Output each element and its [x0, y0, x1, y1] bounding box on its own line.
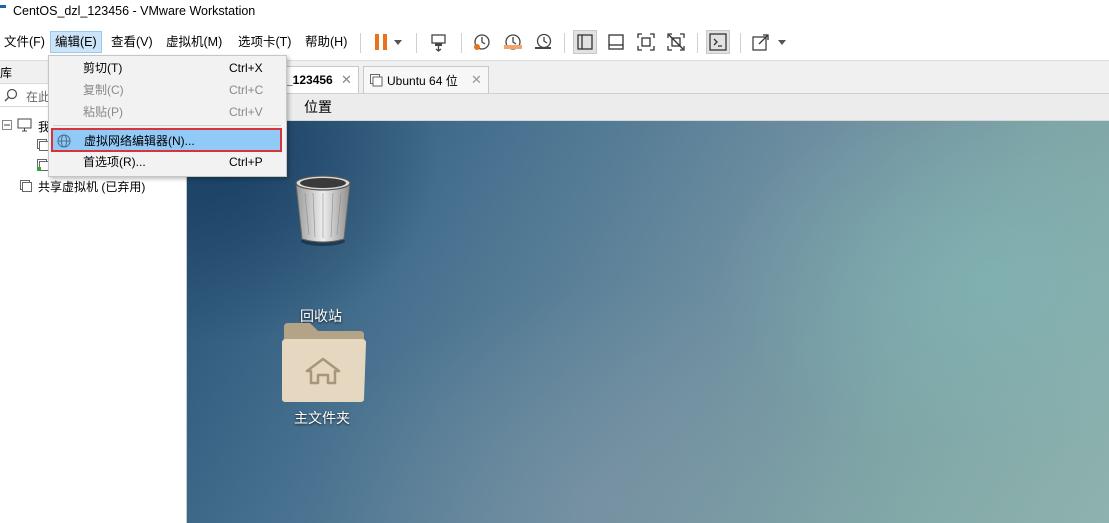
- revert-snapshot-icon[interactable]: [501, 30, 525, 54]
- vmware-app-icon: [0, 5, 6, 16]
- tab-label: _123456: [286, 73, 333, 87]
- menu-vm[interactable]: 虚拟机(M): [162, 32, 226, 52]
- guest-top-bar: 位置: [187, 94, 1109, 121]
- search-icon: [4, 88, 18, 102]
- thumbnail-bar-icon[interactable]: [604, 30, 628, 54]
- computer-icon: [17, 118, 33, 135]
- tree-item-shared-vms[interactable]: 共享虚拟机 (已弃用): [38, 178, 145, 195]
- unity-icon[interactable]: [664, 30, 688, 54]
- menu-file[interactable]: 文件(F): [0, 32, 49, 52]
- search-placeholder: 在此: [26, 90, 51, 104]
- send-ctrl-alt-del-icon[interactable]: [427, 30, 451, 54]
- tree-expand-icon[interactable]: [2, 119, 12, 133]
- library-view-icon[interactable]: [573, 30, 597, 54]
- console-view-icon[interactable]: [706, 30, 730, 54]
- desktop-icon-trash[interactable]: 回收站: [281, 169, 361, 324]
- dropdown-arrow-icon[interactable]: [775, 30, 789, 54]
- library-title: 库: [0, 66, 13, 80]
- menu-view[interactable]: 查看(V): [107, 32, 157, 52]
- toolbar-separator: [564, 33, 565, 53]
- shared-vm-icon: [20, 180, 32, 195]
- globe-network-icon: [57, 134, 71, 148]
- fullscreen-icon[interactable]: [634, 30, 658, 54]
- tab-label: Ubuntu 64 位: [387, 73, 458, 88]
- title-bar: CentOS_dzl_123456 - VMware Workstation: [0, 0, 1109, 24]
- toolbar-separator: [740, 33, 741, 53]
- desktop-icon-home[interactable]: 主文件夹: [275, 313, 371, 433]
- pause-icon[interactable]: [369, 30, 393, 54]
- toolbar-separator: [697, 33, 698, 53]
- menu-item-virtual-network-editor[interactable]: 虚拟网络编辑器(N)...: [51, 128, 282, 152]
- home-folder-icon: [282, 323, 366, 402]
- vm-icon: [370, 74, 383, 87]
- edit-menu-dropdown: 剪切(T) Ctrl+X 复制(C) Ctrl+C 粘贴(P) Ctrl+V 虚拟网络…: [48, 55, 287, 177]
- menu-help[interactable]: 帮助(H): [301, 32, 351, 52]
- toolbar-separator: [416, 33, 417, 53]
- guest-desktop[interactable]: 回收站 主文件夹: [187, 121, 1109, 523]
- close-icon[interactable]: ✕: [341, 72, 352, 88]
- dropdown-arrow-icon[interactable]: [391, 30, 405, 54]
- stretch-icon[interactable]: [749, 30, 773, 54]
- menu-separator: [53, 125, 281, 126]
- snapshot-manager-icon[interactable]: [531, 30, 555, 54]
- menu-edit[interactable]: 编辑(E): [50, 31, 102, 53]
- places-menu[interactable]: 位置: [304, 97, 332, 117]
- desktop-icon-label: 主文件夹: [294, 410, 350, 426]
- menu-tabs[interactable]: 选项卡(T): [234, 32, 295, 52]
- toolbar-separator: [360, 33, 361, 53]
- vm-tab-bar: _123456 ✕ Ubuntu 64 位 ✕: [187, 61, 1109, 94]
- menu-item-copy[interactable]: 复制(C) Ctrl+C: [49, 79, 286, 101]
- menu-item-cut[interactable]: 剪切(T) Ctrl+X: [49, 57, 286, 79]
- menu-item-paste[interactable]: 粘贴(P) Ctrl+V: [49, 101, 286, 123]
- trash-icon: [295, 175, 351, 246]
- snapshot-icon[interactable]: [470, 30, 494, 54]
- menu-item-preferences[interactable]: 首选项(R)... Ctrl+P: [49, 151, 286, 173]
- window-title: CentOS_dzl_123456 - VMware Workstation: [13, 4, 256, 18]
- toolbar-separator: [461, 33, 462, 53]
- tab-ubuntu[interactable]: Ubuntu 64 位 ✕: [363, 66, 489, 93]
- close-icon[interactable]: ✕: [471, 72, 482, 88]
